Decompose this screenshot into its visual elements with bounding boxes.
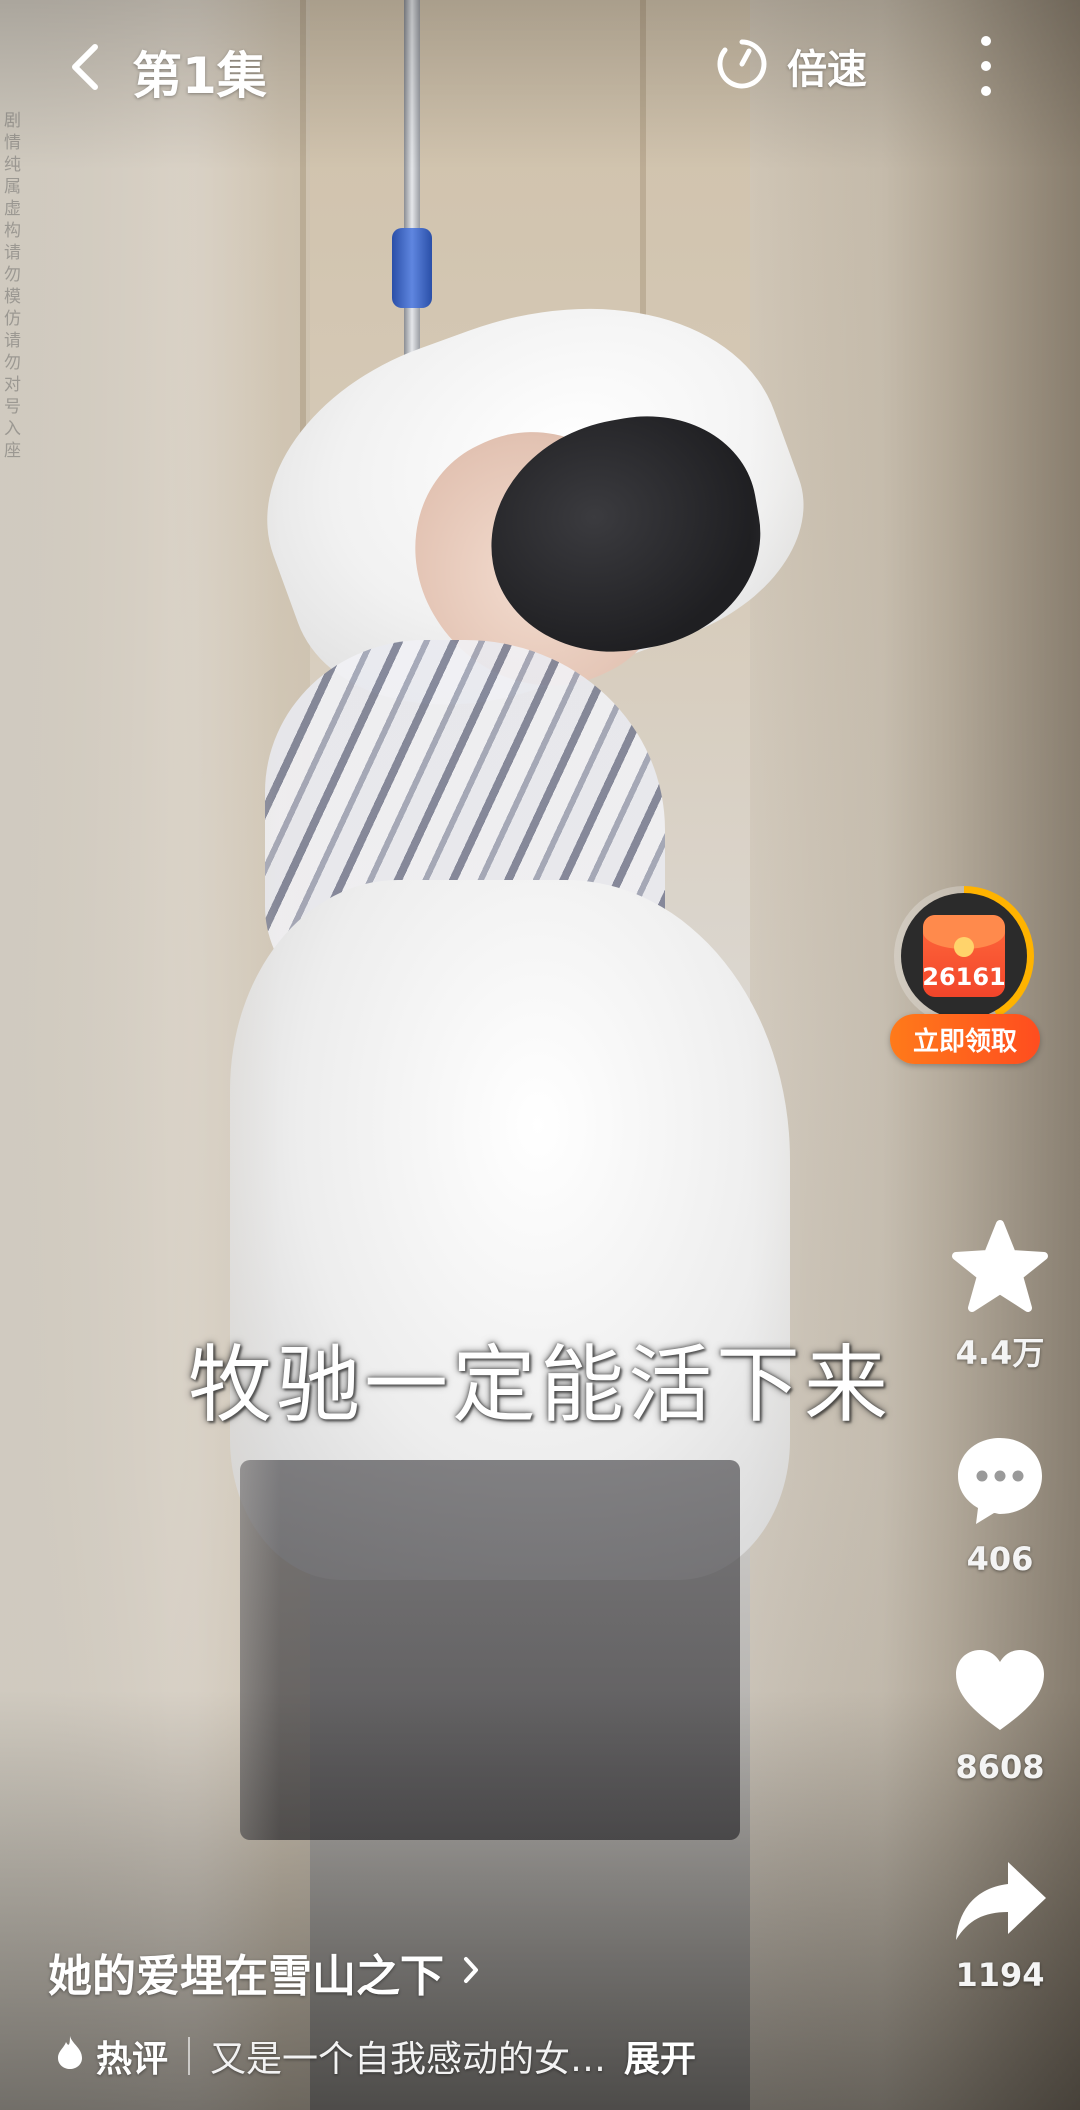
heart-icon [952,1646,1048,1740]
favorite-button[interactable]: 4.4万 [940,1218,1060,1374]
claim-now-button[interactable]: 立即领取 [890,1014,1040,1064]
comment-button[interactable]: 406 [940,1432,1060,1578]
share-icon [950,1858,1050,1948]
more-dot [981,36,991,46]
share-count: 1194 [955,1956,1045,1994]
like-button[interactable]: 8608 [940,1646,1060,1786]
reward-ring-inner: 26161 [901,893,1027,1019]
favorite-count: 4.4万 [955,1334,1045,1372]
star-icon [948,1218,1052,1320]
speed-gauge-icon [715,37,769,95]
divider [188,2037,191,2075]
like-count: 8608 [955,1748,1045,1786]
back-icon[interactable] [62,42,106,92]
share-button[interactable]: 1194 [940,1858,1060,1994]
reward-count: 26161 [923,963,1005,991]
hot-comment-text: 又是一个自我感动的女… [210,2039,607,2080]
hot-comment-row[interactable]: 热评 又是一个自我感动的女… 展开 [56,2026,696,2086]
more-dot [981,61,991,71]
drama-title: 她的爱埋在雪山之下 [48,1951,444,2002]
hot-comment-label: 热评 [96,2039,169,2080]
expand-button[interactable]: 展开 [624,2030,696,2082]
top-bar: 第1集 倍速 [0,0,1080,135]
red-envelope-icon: 26161 [923,915,1005,997]
red-packet-reward[interactable]: 26161 立即领取 [890,886,1040,1066]
more-dot [981,86,991,96]
envelope-coin [954,937,974,957]
short-drama-player: 剧情纯属虚构请勿模仿请勿对号入座 牧驰一定能活下来 第1集 倍速 26161 立… [0,0,1080,2110]
speed-label: 倍速 [787,47,867,93]
video-subtitle: 牧驰一定能活下来 [187,1336,892,1434]
comment-icon [952,1432,1048,1532]
chevron-right-icon [462,1955,480,1989]
episode-title: 第1集 [132,47,267,105]
playback-speed-button[interactable]: 倍速 [715,36,867,96]
comment-count: 406 [966,1540,1034,1578]
iv-clamp [392,228,432,308]
more-options-icon[interactable] [966,36,1006,96]
flame-icon [56,2034,84,2079]
disclaimer-watermark: 剧情纯属虚构请勿模仿请勿对号入座 [4,111,21,461]
drama-title-link[interactable]: 她的爱埋在雪山之下 [48,1940,480,2004]
reward-progress-ring: 26161 [894,886,1034,1026]
